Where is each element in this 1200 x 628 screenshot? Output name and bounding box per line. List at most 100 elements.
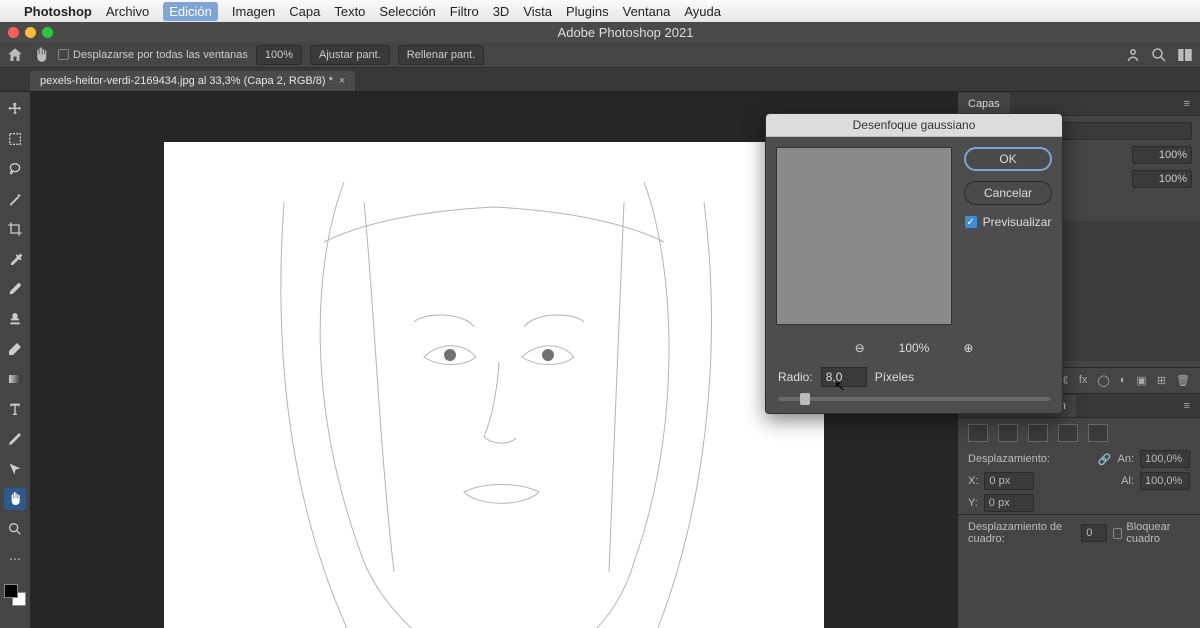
scroll-all-label: Desplazarse por todas las ventanas: [73, 49, 248, 61]
h-label: Al:: [1121, 475, 1134, 487]
options-bar: Desplazarse por todas las ventanas 100% …: [0, 42, 1200, 68]
minimize-window-icon[interactable]: [25, 27, 36, 38]
checkbox-checked-icon: ✓: [965, 216, 977, 228]
mask-icon[interactable]: ◯: [1097, 374, 1109, 387]
menu-edicion[interactable]: Edición: [163, 2, 218, 21]
new-layer-icon[interactable]: ⊞: [1157, 374, 1166, 387]
radius-unit: Píxeles: [875, 370, 914, 384]
clone-source-5[interactable]: [1088, 424, 1108, 442]
menu-ventana[interactable]: Ventana: [623, 4, 671, 19]
x-field[interactable]: 0 px: [984, 472, 1034, 490]
slider-thumb[interactable]: [800, 393, 810, 405]
wand-tool[interactable]: [4, 188, 26, 210]
zoom-out-icon[interactable]: ⊖: [855, 341, 865, 355]
clone-source-1[interactable]: [968, 424, 988, 442]
workspace-icon[interactable]: [1176, 46, 1194, 64]
dialog-title[interactable]: Desenfoque gaussiano: [766, 114, 1062, 137]
document-tab[interactable]: pexels-heitor-verdi-2169434.jpg al 33,3%…: [30, 71, 355, 91]
clone-source-3[interactable]: [1028, 424, 1048, 442]
search-icon[interactable]: [1150, 46, 1168, 64]
window-titlebar: Adobe Photoshop 2021: [0, 22, 1200, 42]
opacity-field[interactable]: 100%: [1132, 146, 1192, 164]
clone-source-2[interactable]: [998, 424, 1018, 442]
link-wh-icon[interactable]: 🔗: [1098, 453, 1112, 466]
type-tool[interactable]: [4, 398, 26, 420]
offset-label: Desplazamiento:: [968, 453, 1050, 465]
move-tool[interactable]: [4, 98, 26, 120]
radius-input[interactable]: [821, 367, 867, 387]
zoom-in-icon[interactable]: ⊕: [963, 341, 973, 355]
fill-screen-button[interactable]: Rellenar pant.: [398, 45, 485, 65]
zoom-tool[interactable]: [4, 518, 26, 540]
menu-app[interactable]: Photoshop: [24, 4, 92, 19]
cancel-button[interactable]: Cancelar: [964, 181, 1052, 205]
home-icon[interactable]: [6, 46, 24, 64]
dialog-preview[interactable]: [776, 147, 952, 325]
sketch-image: [164, 142, 824, 628]
foreground-color-swatch[interactable]: [4, 584, 18, 598]
layers-tab[interactable]: Capas: [958, 93, 1010, 115]
frame-offset-field[interactable]: 0: [1081, 524, 1107, 542]
zoom-100-button[interactable]: 100%: [256, 45, 302, 65]
checkbox-icon[interactable]: [58, 49, 69, 60]
gaussian-blur-dialog[interactable]: Desenfoque gaussiano OK Cancelar ✓ Previ…: [765, 113, 1063, 414]
preview-checkbox[interactable]: ✓ Previsualizar: [965, 215, 1052, 229]
maximize-window-icon[interactable]: [42, 27, 53, 38]
menu-capa[interactable]: Capa: [289, 4, 320, 19]
path-tool[interactable]: [4, 458, 26, 480]
y-field[interactable]: 0 px: [984, 494, 1034, 512]
lock-frame-option[interactable]: Bloquear cuadro: [1113, 521, 1190, 545]
hand-tool[interactable]: [4, 488, 26, 510]
macos-menubar: Photoshop Archivo Edición Imagen Capa Te…: [0, 0, 1200, 22]
lock-frame-label: Bloquear cuadro: [1126, 521, 1190, 545]
hand-tool-icon[interactable]: [32, 46, 50, 64]
menu-vista[interactable]: Vista: [523, 4, 552, 19]
clone-source-4[interactable]: [1058, 424, 1078, 442]
menu-texto[interactable]: Texto: [334, 4, 365, 19]
share-icon[interactable]: [1124, 46, 1142, 64]
edit-toolbar-icon[interactable]: ⋯: [4, 548, 26, 570]
menu-3d[interactable]: 3D: [493, 4, 510, 19]
height-field[interactable]: 100,0%: [1140, 472, 1190, 490]
pen-tool[interactable]: [4, 428, 26, 450]
lasso-tool[interactable]: [4, 158, 26, 180]
brush-tool[interactable]: [4, 278, 26, 300]
adjustment-icon[interactable]: ◐: [1120, 374, 1127, 387]
fill-field[interactable]: 100%: [1132, 170, 1192, 188]
scroll-all-windows-option[interactable]: Desplazarse por todas las ventanas: [58, 49, 248, 61]
eraser-tool[interactable]: [4, 338, 26, 360]
gradient-tool[interactable]: [4, 368, 26, 390]
eyedropper-tool[interactable]: [4, 248, 26, 270]
clone-panel-menu-icon[interactable]: ≡: [1174, 400, 1200, 412]
x-label: X:: [968, 475, 978, 487]
radius-label: Radio:: [778, 370, 813, 384]
close-tab-icon[interactable]: ×: [339, 75, 345, 87]
menu-imagen[interactable]: Imagen: [232, 4, 275, 19]
ok-button[interactable]: OK: [964, 147, 1052, 171]
menu-archivo[interactable]: Archivo: [106, 4, 149, 19]
color-swatches[interactable]: [4, 584, 26, 606]
document-tab-label: pexels-heitor-verdi-2169434.jpg al 33,3%…: [40, 75, 333, 87]
menu-ayuda[interactable]: Ayuda: [684, 4, 721, 19]
preview-zoom-value: 100%: [899, 341, 930, 355]
menu-plugins[interactable]: Plugins: [566, 4, 609, 19]
crop-tool[interactable]: [4, 218, 26, 240]
checkbox-icon[interactable]: [1113, 528, 1122, 539]
folder-icon[interactable]: ▣: [1136, 374, 1146, 387]
tools-panel: ⋯: [0, 92, 30, 628]
stamp-tool[interactable]: [4, 308, 26, 330]
close-window-icon[interactable]: [8, 27, 19, 38]
preview-label: Previsualizar: [983, 215, 1052, 229]
radius-slider[interactable]: [778, 397, 1050, 401]
fit-screen-button[interactable]: Ajustar pant.: [310, 45, 390, 65]
panel-menu-icon[interactable]: ≡: [1174, 98, 1200, 110]
clone-sources-row: [958, 418, 1200, 448]
trash-icon[interactable]: 🗑: [1176, 374, 1190, 387]
document-canvas[interactable]: [164, 142, 824, 628]
fx-icon[interactable]: fx: [1079, 374, 1088, 387]
menu-seleccion[interactable]: Selección: [379, 4, 435, 19]
w-label: An:: [1117, 453, 1134, 465]
menu-filtro[interactable]: Filtro: [450, 4, 479, 19]
marquee-tool[interactable]: [4, 128, 26, 150]
width-field[interactable]: 100,0%: [1140, 450, 1190, 468]
